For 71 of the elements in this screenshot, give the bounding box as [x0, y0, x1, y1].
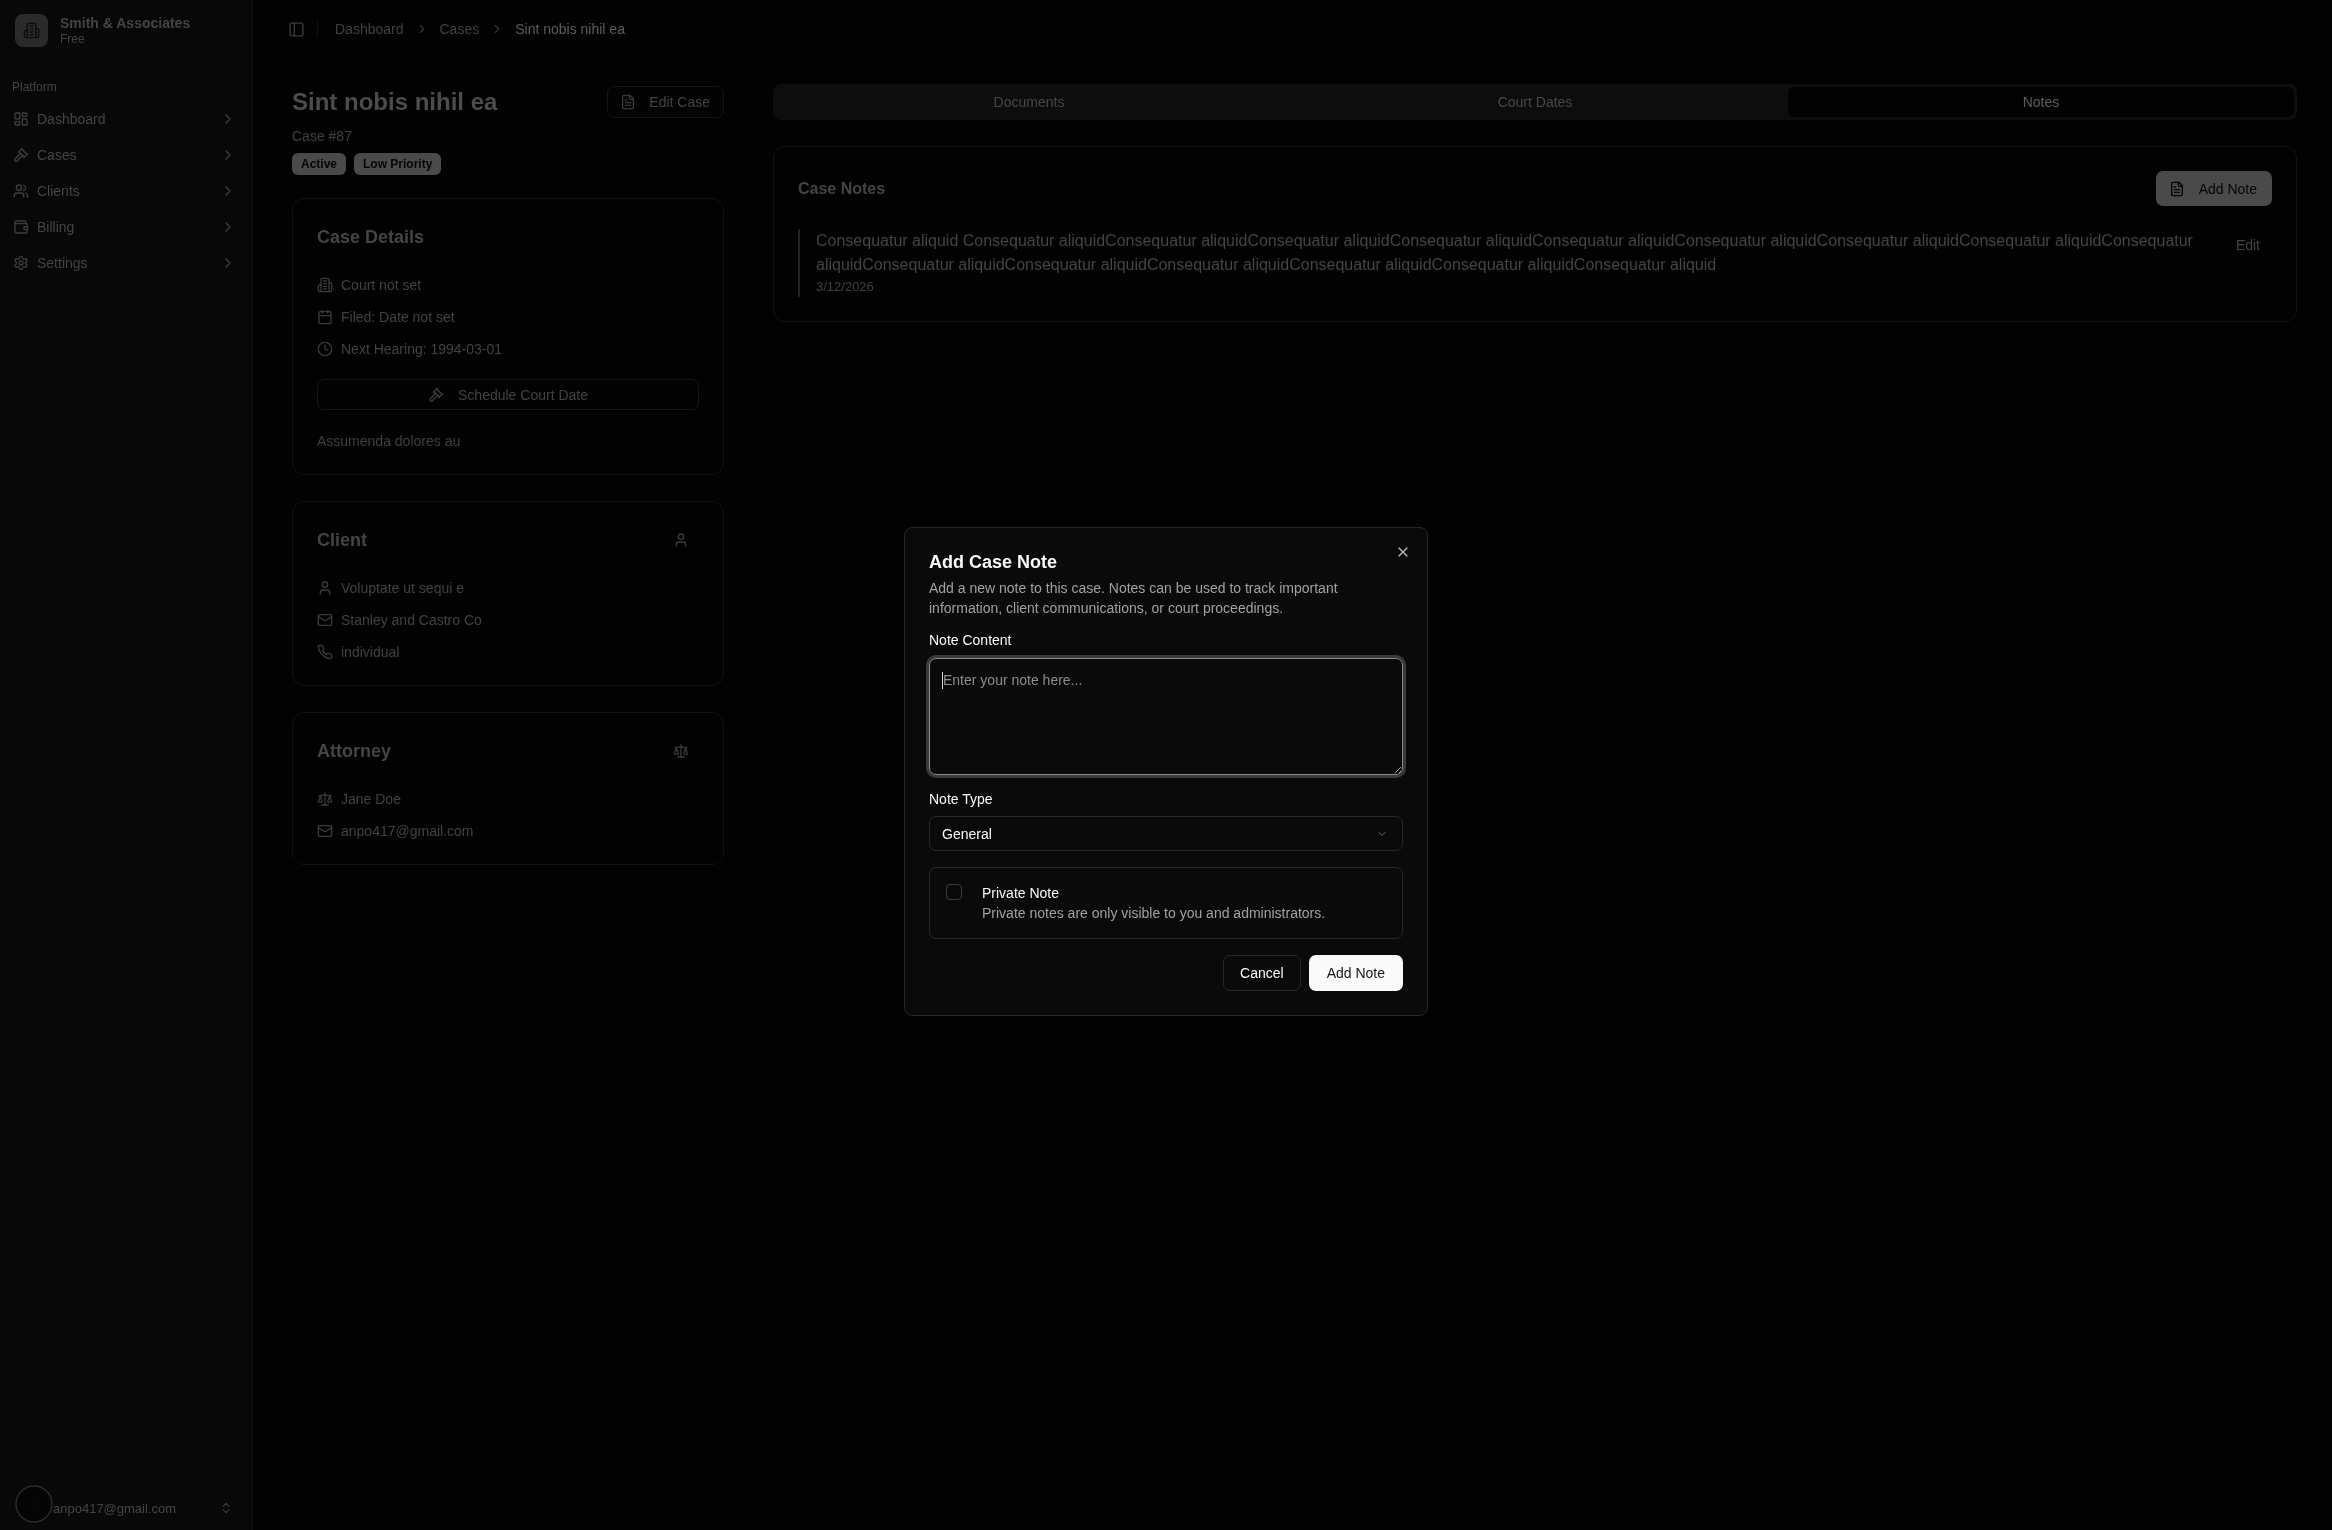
field-label: Note Type [929, 790, 993, 809]
dialog-description: Add a new note to this case. Notes can be used to track important information, client communications, or court proceedings. [929, 579, 1339, 618]
sidebar-group-label: Platform [11, 79, 57, 95]
card-title: Case Notes [798, 179, 886, 198]
note-text: Consequatur aliquid Consequatur aliquidConsequatur aliquidConsequatur aliquidConsequatur aliquidConsequatur aliquidConsequatur aliquidConsequatur aliquidConsequatur aliquidConsequatur aliquidConsequatur aliquidConsequatur aliquidConsequatur aliquidConsequatur aliquidConsequatur aliquidConsequatur aliquid [816, 231, 2194, 275]
tab[interactable]: Court Dates [1282, 87, 1788, 117]
case-title: Sint nobis nihil ea [292, 87, 498, 117]
cancel-button[interactable]: Cancel [1223, 955, 1301, 991]
add-note-button[interactable]: Add Note [2155, 171, 2272, 206]
checkbox-description: Private notes are only visible to you and administrators. [982, 904, 1326, 923]
team-plan: Free [60, 30, 85, 47]
sidebar-item[interactable]: Dashboard [8, 103, 244, 135]
note-type-select[interactable]: General [929, 816, 1403, 851]
settings-icon [13, 255, 29, 271]
note-date: 3/12/2026 [816, 278, 874, 296]
clock-icon [317, 341, 333, 357]
team-name: Smith & Associates [60, 14, 191, 31]
dashboard-icon [13, 111, 29, 127]
schedule-court-date-button[interactable]: Schedule Court Date [317, 379, 699, 410]
text-cursor-icon [942, 672, 943, 689]
phone-icon [317, 644, 333, 660]
mail-icon [317, 823, 333, 839]
gavel-icon [13, 147, 29, 163]
sidebar-item[interactable]: Clients [8, 175, 244, 207]
detail-text: anpo417@gmail.com [341, 823, 474, 839]
detail-text: Jane Doe [341, 791, 401, 807]
document-icon [620, 94, 637, 110]
detail-text: Next Hearing: 1994-03-01 [341, 341, 503, 357]
status-badge: Active [292, 153, 347, 175]
status-badge: Low Priority [354, 153, 442, 175]
card-title: Client [317, 529, 367, 552]
card-title: Attorney [317, 740, 391, 763]
field-label: Note Content [929, 631, 1012, 650]
detail-text: individual [341, 644, 400, 660]
edit-case-button[interactable]: Edit Case [607, 86, 724, 118]
checkbox[interactable] [946, 884, 962, 900]
sidebar-item[interactable]: Billing [8, 211, 244, 243]
dialog-title: Add Case Note [929, 551, 1058, 573]
detail-text: Stanley and Castro Co [341, 612, 482, 628]
sidebar-item[interactable]: Settings [8, 247, 244, 279]
detail-text: Court not set [341, 277, 422, 293]
user-icon [317, 580, 333, 596]
gavel-icon [428, 386, 444, 403]
mail-icon [317, 612, 333, 628]
case-number: Case #87 [292, 127, 352, 146]
scale-icon [673, 743, 689, 759]
tab[interactable]: Notes [1788, 87, 2294, 117]
document-icon [2168, 180, 2185, 197]
checkbox-label: Private Note [982, 884, 1060, 903]
building-logo-icon [15, 14, 48, 47]
card-title: Case Details [317, 226, 425, 249]
detail-text: Filed: Date not set [341, 309, 455, 325]
edit-note-button[interactable]: Edit [2223, 229, 2272, 261]
tab[interactable]: Documents [776, 87, 1282, 117]
breadcrumb-link[interactable]: Cases [439, 21, 480, 37]
breadcrumb-page: Sint nobis nihil ea [515, 21, 625, 37]
sidebar-toggle-icon[interactable] [288, 20, 305, 38]
detail-text: Voluptate ut sequi e [341, 580, 464, 596]
sidebar-item[interactable]: Cases [8, 139, 244, 171]
user-menu-button[interactable]: anpo417@gmail.com [8, 1488, 244, 1528]
add-note-submit-button[interactable]: Add Note [1308, 955, 1403, 991]
wallet-icon [13, 219, 29, 235]
users-icon [13, 183, 29, 199]
user-icon [673, 532, 689, 548]
breadcrumb-link[interactable]: Dashboard [335, 21, 404, 37]
avatar-icon [15, 1485, 53, 1523]
building-icon [317, 277, 333, 293]
note-content-field[interactable]: Enter your note here... [929, 658, 1403, 775]
calendar-icon [317, 309, 333, 325]
scale-icon [317, 791, 333, 807]
case-description: Assumenda dolores au [317, 432, 462, 451]
